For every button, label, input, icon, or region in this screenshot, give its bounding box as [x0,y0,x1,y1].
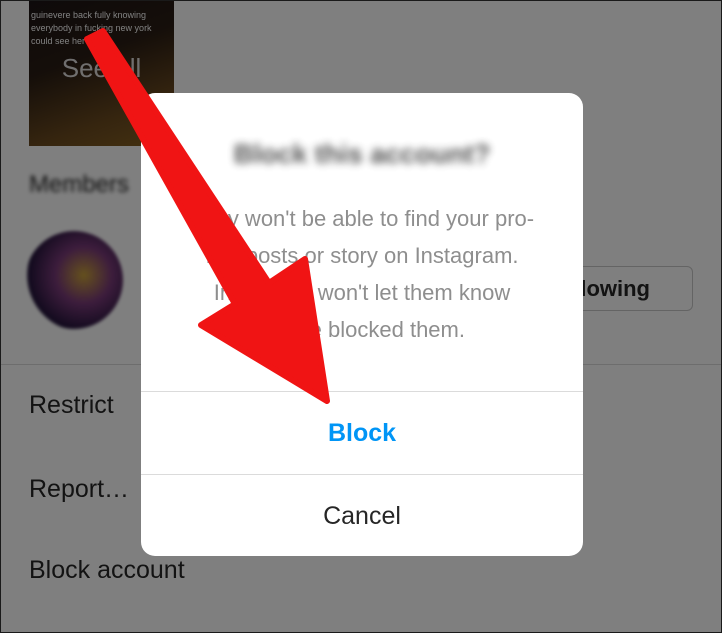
block-confirmation-dialog: Block this account? They won't be able t… [141,93,583,556]
screenshot-frame: guinevere back fully knowing everybody i… [0,0,722,633]
dialog-title: Block this account? [233,139,491,169]
dialog-message-line: you've blocked them. [259,317,465,342]
dialog-message: They won't be able to find your pro- fil… [171,200,553,348]
block-button[interactable]: Block [141,392,583,474]
dialog-message-line: file, posts or story on Instagram. [205,243,519,268]
dialog-message-line: They won't be able to find your pro- [189,206,535,231]
dialog-message-line: Instagram won't let them know [213,280,511,305]
cancel-button[interactable]: Cancel [141,475,583,556]
